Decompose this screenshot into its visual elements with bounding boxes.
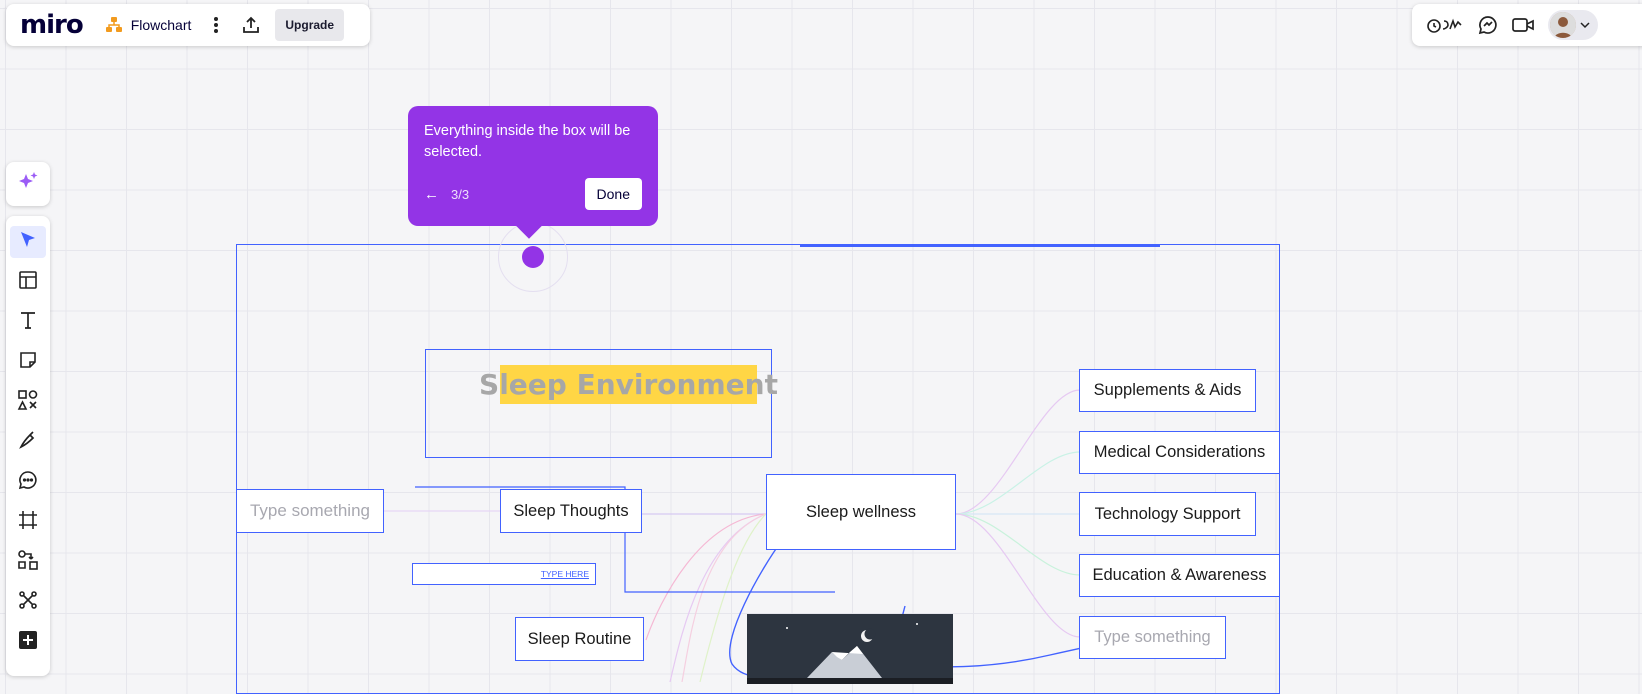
select-tool[interactable] [10, 226, 46, 258]
right-placeholder-node[interactable]: Type something [1079, 616, 1226, 659]
night-mountain-image[interactable] [747, 614, 953, 684]
text-tool[interactable] [10, 306, 46, 338]
tooltip-step: 3/3 [451, 186, 470, 202]
type-here-label: TYPE HERE [540, 569, 589, 579]
collaboration-bar [1412, 4, 1642, 46]
upgrade-button[interactable]: Upgrade [275, 9, 345, 41]
plus-icon [18, 630, 38, 655]
creation-toolbar [6, 216, 50, 676]
onboarding-tooltip: Everything inside the box will be select… [408, 106, 658, 226]
templates-icon [18, 270, 38, 295]
more-menu-icon[interactable] [213, 16, 219, 34]
title-text[interactable]: Sleep Environment [479, 365, 778, 404]
more-tools-button[interactable] [10, 626, 46, 658]
mindmap-icon [18, 590, 38, 615]
pen-tool[interactable] [10, 426, 46, 458]
diagram-tool[interactable] [10, 546, 46, 578]
chat-icon[interactable] [1478, 15, 1498, 35]
diagram-icon [17, 549, 39, 576]
frame-icon [18, 510, 38, 535]
technology-node[interactable]: Technology Support [1079, 492, 1256, 536]
comment-tool[interactable] [10, 466, 46, 498]
sparkle-icon [17, 171, 39, 198]
sticky-note-tool[interactable] [10, 346, 46, 378]
flowchart-board-icon [105, 16, 123, 34]
supplements-node[interactable]: Supplements & Aids [1079, 369, 1256, 412]
education-node[interactable]: Education & Awareness [1079, 554, 1280, 597]
reactions-icon[interactable] [1426, 15, 1464, 35]
video-call-icon[interactable] [1512, 16, 1534, 34]
mindmap-tool[interactable] [10, 586, 46, 618]
back-arrow-icon[interactable]: ← [424, 186, 439, 203]
medical-node[interactable]: Medical Considerations [1079, 431, 1280, 474]
left-placeholder-node[interactable]: Type something [236, 489, 384, 533]
user-menu[interactable] [1548, 10, 1598, 40]
templates-tool[interactable] [10, 266, 46, 298]
share-upload-icon[interactable] [241, 15, 261, 35]
chevron-down-icon [1580, 21, 1590, 29]
comment-icon [18, 470, 38, 495]
ai-assist-button[interactable] [6, 162, 50, 206]
tooltip-text: Everything inside the box will be select… [424, 123, 631, 160]
top-bar: miro Flowchart Upgrade [6, 4, 370, 46]
done-button[interactable]: Done [584, 178, 642, 210]
sleep-thoughts-node[interactable]: Sleep Thoughts [500, 489, 642, 533]
cursor-icon [18, 230, 38, 255]
sleep-routine-node[interactable]: Sleep Routine [515, 617, 644, 661]
sleep-wellness-node[interactable]: Sleep wellness [766, 474, 956, 550]
shapes-icon [17, 389, 39, 416]
shapes-tool[interactable] [10, 386, 46, 418]
avatar [1550, 12, 1576, 38]
pen-icon [18, 430, 38, 455]
tooltip-anchor-dot [522, 246, 544, 268]
sticky-note-icon [18, 350, 38, 375]
miro-logo[interactable]: miro [20, 10, 84, 40]
board-name[interactable]: Flowchart [131, 17, 192, 33]
frame-tool[interactable] [10, 506, 46, 538]
text-icon [18, 310, 38, 335]
type-here-node[interactable]: TYPE HERE [412, 563, 596, 585]
